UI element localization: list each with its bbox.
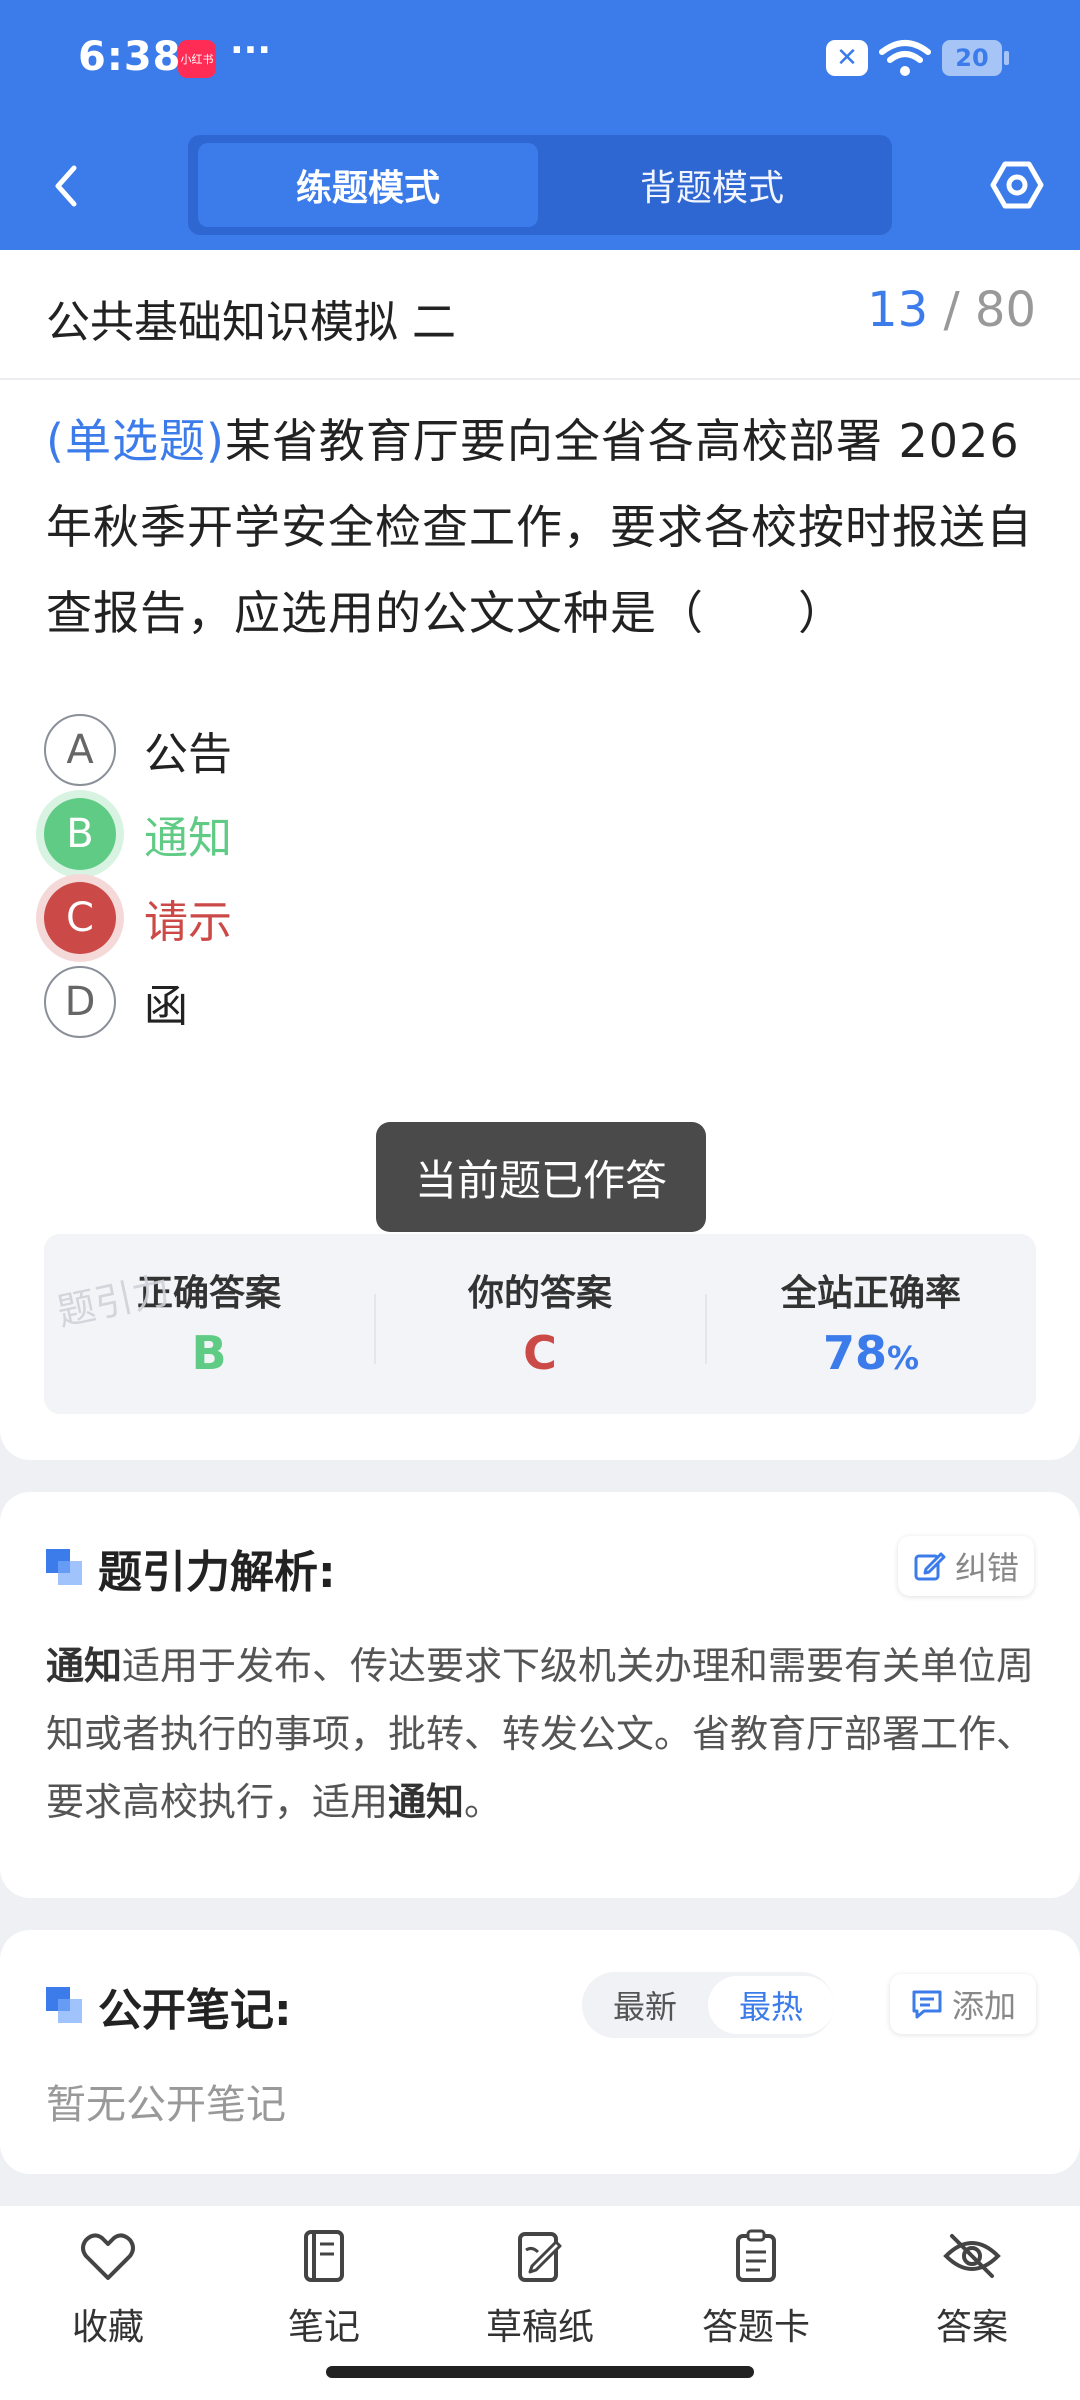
clipboard-icon — [736, 2229, 776, 2282]
progress-separator: / — [943, 282, 960, 338]
edit-icon — [914, 1552, 946, 1581]
accuracy-title: 全站正确率 — [780, 1273, 961, 1314]
battery-icon: 20 — [942, 40, 1009, 76]
nav-label: 收藏 — [71, 2307, 144, 2348]
notes-card: 公开笔记: 最新 最热 添加 暂无公开笔记 — [0, 1930, 1080, 2174]
mode-switch: 练题模式 背题模式 — [188, 135, 892, 235]
accuracy-number: 78 — [822, 1326, 887, 1380]
your-answer-column: 你的答案 C — [375, 1234, 705, 1414]
nav-label: 草稿纸 — [485, 2307, 594, 2348]
correct-answer-value: B — [191, 1326, 227, 1380]
analysis-text: 通知适用于发布、传达要求下级机关办理和需要有关单位周知或者执行的事项，批转、转发… — [46, 1632, 1038, 1836]
option-label: 通知 — [144, 813, 232, 864]
answer-summary-box: 正确答案 B 你的答案 C 全站正确率 78% — [44, 1234, 1036, 1414]
nav-label: 笔记 — [287, 2307, 360, 2348]
eye-off-icon — [943, 2234, 1001, 2278]
option-letter: D — [44, 966, 116, 1038]
comment-icon — [912, 1990, 942, 2019]
nav-notes[interactable]: 笔记 — [234, 2228, 414, 2368]
wifi-icon — [879, 40, 931, 76]
paper-header: 公共基础知识模拟 二 13 / 80 — [0, 250, 1080, 380]
settings-icon[interactable] — [990, 158, 1044, 212]
analysis-title: 题引力解析: — [98, 1547, 336, 1598]
status-time: 6:38 — [78, 34, 182, 80]
accuracy-value: 78% — [706, 1326, 1036, 1380]
analysis-body: 适用于发布、传达要求下级机关办理和需要有关单位周知或者执行的事项，批转、转发公文… — [46, 1644, 1035, 1824]
nav-favorite[interactable]: 收藏 — [18, 2228, 198, 2368]
analysis-heading: 题引力解析: — [46, 1540, 336, 1598]
option-letter: A — [44, 714, 116, 786]
notes-title: 公开笔记: — [98, 1985, 292, 2036]
notes-sort-toggle: 最新 最热 — [582, 1972, 834, 2038]
option-label: 公告 — [144, 729, 232, 780]
heart-icon — [81, 2233, 135, 2280]
current-question-number: 13 — [867, 282, 929, 338]
option-a[interactable]: A 公告 — [44, 712, 232, 788]
empty-notes-text: 暂无公开笔记 — [46, 2082, 286, 2128]
home-indicator[interactable] — [326, 2366, 754, 2378]
analysis-keyword: 通知 — [388, 1780, 465, 1824]
your-answer-title: 你的答案 — [467, 1273, 612, 1314]
tab-memorize-mode[interactable]: 背题模式 — [542, 143, 882, 227]
analysis-card: 题引力解析: 纠错 通知适用于发布、传达要求下级机关办理和需要有关单位周知或者执… — [0, 1492, 1080, 1898]
notes-heading: 公开笔记: — [46, 1978, 292, 2036]
add-note-label: 添加 — [951, 1987, 1016, 2025]
option-label: 请示 — [144, 897, 232, 948]
total-question-count: 80 — [974, 282, 1036, 338]
section-icon — [46, 1987, 84, 2025]
report-error-button[interactable]: 纠错 — [898, 1536, 1034, 1596]
accuracy-column: 全站正确率 78% — [706, 1234, 1036, 1414]
question-stem: (单选题)某省教育厅要向全省各高校部署 2026 年秋季开学安全检查工作，要求各… — [46, 398, 1038, 656]
status-bar: 6:38 小红书 ··· ✕ 20 — [0, 0, 1080, 120]
draft-icon — [518, 2232, 562, 2282]
option-d[interactable]: D 函 — [44, 964, 188, 1040]
paper-title: 公共基础知识模拟 二 — [46, 297, 456, 348]
more-notifications-icon: ··· — [230, 30, 272, 71]
option-b[interactable]: B 通知 — [44, 796, 232, 872]
sort-latest[interactable]: 最新 — [582, 1976, 708, 2034]
accuracy-unit: % — [886, 1339, 920, 1377]
your-answer-value: C — [523, 1326, 557, 1380]
analysis-end: 。 — [464, 1780, 503, 1824]
option-letter: C — [44, 882, 116, 954]
answered-toast: 当前题已作答 — [376, 1122, 706, 1232]
sort-hot[interactable]: 最热 — [708, 1976, 834, 2034]
option-letter: B — [44, 798, 116, 870]
question-progress: 13 / 80 — [867, 282, 1036, 338]
nav-draft[interactable]: 草稿纸 — [450, 2228, 630, 2368]
section-icon — [46, 1549, 84, 1587]
option-c[interactable]: C 请示 — [44, 880, 232, 956]
nav-label: 答案 — [935, 2307, 1008, 2348]
analysis-keyword: 通知 — [46, 1644, 123, 1688]
back-icon[interactable] — [44, 158, 88, 214]
report-error-label: 纠错 — [954, 1549, 1019, 1587]
no-sim-icon: ✕ — [826, 40, 868, 76]
xiaohongshu-icon: 小红书 — [178, 40, 216, 78]
nav-answer-sheet[interactable]: 答题卡 — [666, 2228, 846, 2368]
notebook-icon — [304, 2230, 344, 2282]
tab-practice-mode[interactable]: 练题模式 — [198, 143, 538, 227]
option-label: 函 — [144, 981, 188, 1032]
question-type: (单选题) — [46, 414, 225, 468]
add-note-button[interactable]: 添加 — [890, 1974, 1036, 2034]
nav-label: 答题卡 — [701, 2307, 810, 2348]
nav-answer[interactable]: 答案 — [882, 2228, 1062, 2368]
header: 6:38 小红书 ··· ✕ 20 练题模式 背题模式 — [0, 0, 1080, 250]
